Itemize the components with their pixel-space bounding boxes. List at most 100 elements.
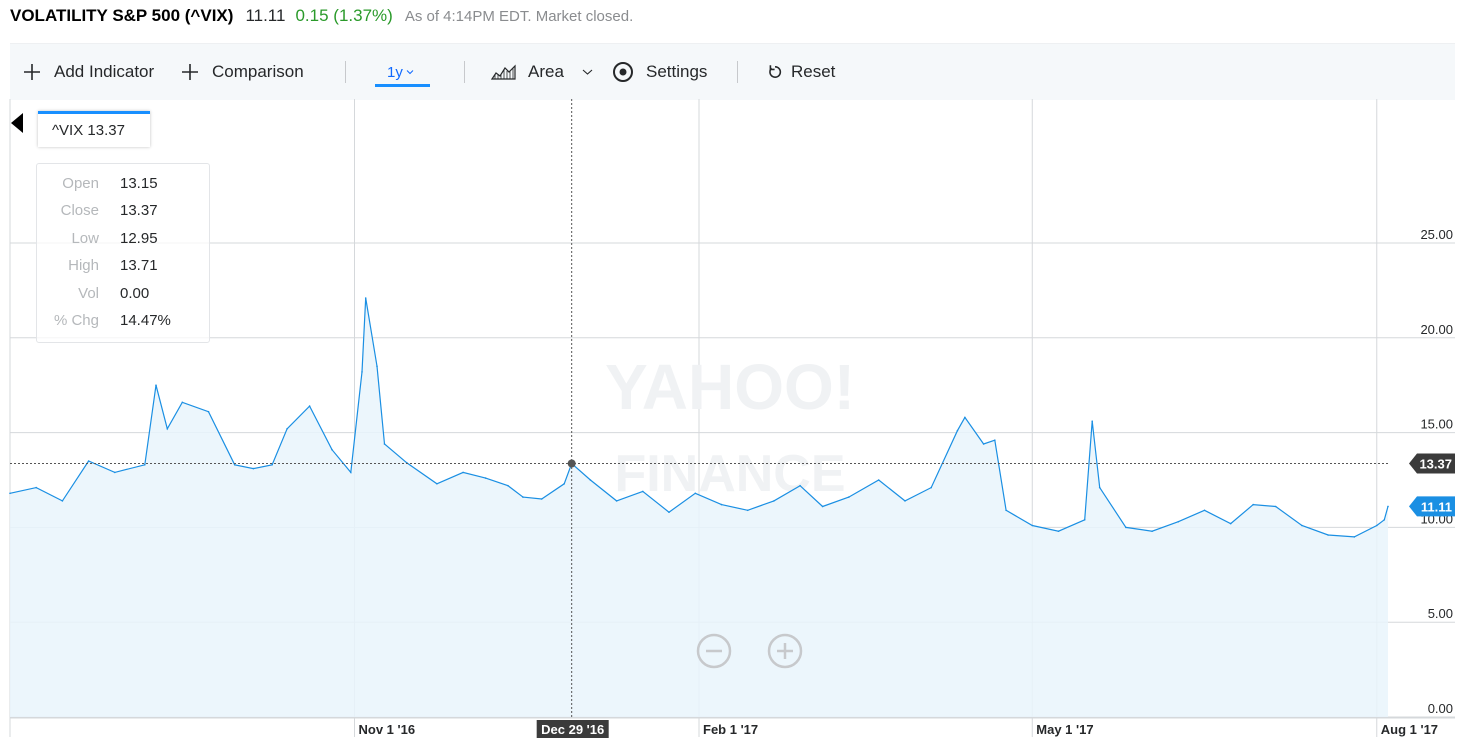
ohlc-label: Vol xyxy=(78,285,99,302)
add-indicator-label: Add Indicator xyxy=(54,62,155,81)
data-point xyxy=(35,486,37,489)
data-point xyxy=(1376,524,1378,527)
data-point xyxy=(350,471,352,474)
symbol-tag[interactable]: ^VIX 13.37 xyxy=(38,111,150,147)
chart-toolbar: Add Indicator Comparison 1y Area Setting… xyxy=(10,43,1455,100)
reset-icon xyxy=(767,64,783,80)
chart-type-label: Area xyxy=(528,62,564,81)
y-axis-label: 20.00 xyxy=(1420,322,1453,337)
ohlc-value: 0.00 xyxy=(120,285,150,302)
data-point xyxy=(114,471,116,474)
x-axis-label: Nov 1 '16 xyxy=(359,722,416,737)
data-point xyxy=(904,500,906,502)
y-axis-label: 0.00 xyxy=(1428,701,1453,716)
market-status: As of 4:14PM EDT. Market closed. xyxy=(404,8,634,25)
price-change: 0.15 (1.37%) xyxy=(295,6,393,25)
data-point xyxy=(207,410,210,413)
data-point xyxy=(746,509,749,512)
chevron-down-icon xyxy=(582,68,593,76)
ohlc-row-vol: Vol 0.00 xyxy=(37,285,209,305)
x-axis-label: Aug 1 '17 xyxy=(1381,722,1438,737)
range-active-underline xyxy=(375,84,430,87)
data-point xyxy=(956,429,959,432)
data-point xyxy=(799,484,801,487)
ohlc-value: 14.47% xyxy=(120,312,171,329)
data-point xyxy=(361,371,363,373)
minus-circle-icon xyxy=(696,633,732,669)
data-point xyxy=(144,464,146,466)
data-point xyxy=(1031,524,1034,527)
reset-button[interactable]: Reset xyxy=(767,44,835,100)
crosshair-price-tag-label: 13.37 xyxy=(1419,457,1452,472)
data-point xyxy=(877,479,880,481)
settings-button[interactable]: Settings xyxy=(612,44,707,100)
data-point xyxy=(181,401,184,404)
data-point xyxy=(694,492,697,495)
data-point xyxy=(1252,503,1254,506)
data-point xyxy=(383,443,386,445)
last-price-tag-label: 11.11 xyxy=(1421,499,1452,514)
data-point xyxy=(540,498,543,500)
data-point xyxy=(271,464,273,466)
ohlc-value: 13.15 xyxy=(120,175,158,192)
data-point xyxy=(642,490,644,493)
data-point xyxy=(615,500,618,502)
data-point xyxy=(720,503,723,506)
data-point xyxy=(930,486,932,489)
y-axis-label: 25.00 xyxy=(1420,227,1453,242)
data-point xyxy=(286,428,288,430)
data-point xyxy=(308,405,311,407)
data-point xyxy=(1327,534,1329,536)
reset-label: Reset xyxy=(791,62,836,81)
ohlc-panel: Open 13.15 Close 13.37 Low 12.95 High 13… xyxy=(36,163,210,343)
range-label: 1y xyxy=(387,63,403,81)
ohlc-row-chg: % Chg 14.47% xyxy=(37,312,209,332)
ohlc-row-low: Low 12.95 xyxy=(37,230,209,250)
plus-icon xyxy=(180,62,200,82)
data-point xyxy=(9,492,11,495)
data-point xyxy=(589,479,592,481)
data-point xyxy=(1353,536,1356,538)
data-point xyxy=(563,483,565,485)
toolbar-divider xyxy=(464,61,465,83)
data-point xyxy=(1125,526,1127,529)
data-point xyxy=(668,511,670,513)
plus-icon xyxy=(22,62,42,82)
data-point xyxy=(155,384,157,387)
data-point xyxy=(1083,519,1086,521)
collapse-arrow-icon[interactable] xyxy=(11,113,23,133)
ohlc-label: High xyxy=(68,257,99,274)
ohlc-row-open: Open 13.15 xyxy=(37,175,209,195)
add-indicator-button[interactable]: Add Indicator xyxy=(22,44,154,100)
data-point xyxy=(964,416,966,419)
y-axis-label: 5.00 xyxy=(1428,606,1453,621)
data-point xyxy=(166,428,169,430)
data-point xyxy=(773,500,775,502)
data-point xyxy=(1057,530,1060,532)
ohlc-label: Open xyxy=(62,175,99,192)
last-price: 11.11 xyxy=(245,6,286,25)
crosshair-point xyxy=(567,459,576,468)
watermark-logo: YAHOO! xyxy=(605,351,855,423)
ohlc-row-close: Close 13.37 xyxy=(37,202,209,222)
data-point xyxy=(1387,505,1389,508)
data-point xyxy=(233,464,236,466)
gear-icon xyxy=(612,61,634,83)
x-axis-label: Dec 29 '16 xyxy=(541,722,604,737)
x-axis-label: Feb 1 '17 xyxy=(703,722,758,737)
data-point xyxy=(364,297,367,299)
data-point xyxy=(1098,486,1101,489)
area-chart-icon xyxy=(491,63,516,81)
chevron-down-icon xyxy=(406,68,414,76)
data-point xyxy=(1203,509,1206,512)
zoom-in-button[interactable] xyxy=(767,633,803,669)
comparison-button[interactable]: Comparison xyxy=(180,44,304,100)
data-point xyxy=(252,467,255,470)
zoom-out-button[interactable] xyxy=(696,633,732,669)
data-point xyxy=(821,505,824,508)
range-selector[interactable]: 1y xyxy=(375,44,430,100)
data-point xyxy=(87,460,90,462)
data-point xyxy=(436,483,438,485)
ohlc-value: 13.37 xyxy=(120,202,158,219)
chart-type-button[interactable]: Area xyxy=(491,44,593,100)
